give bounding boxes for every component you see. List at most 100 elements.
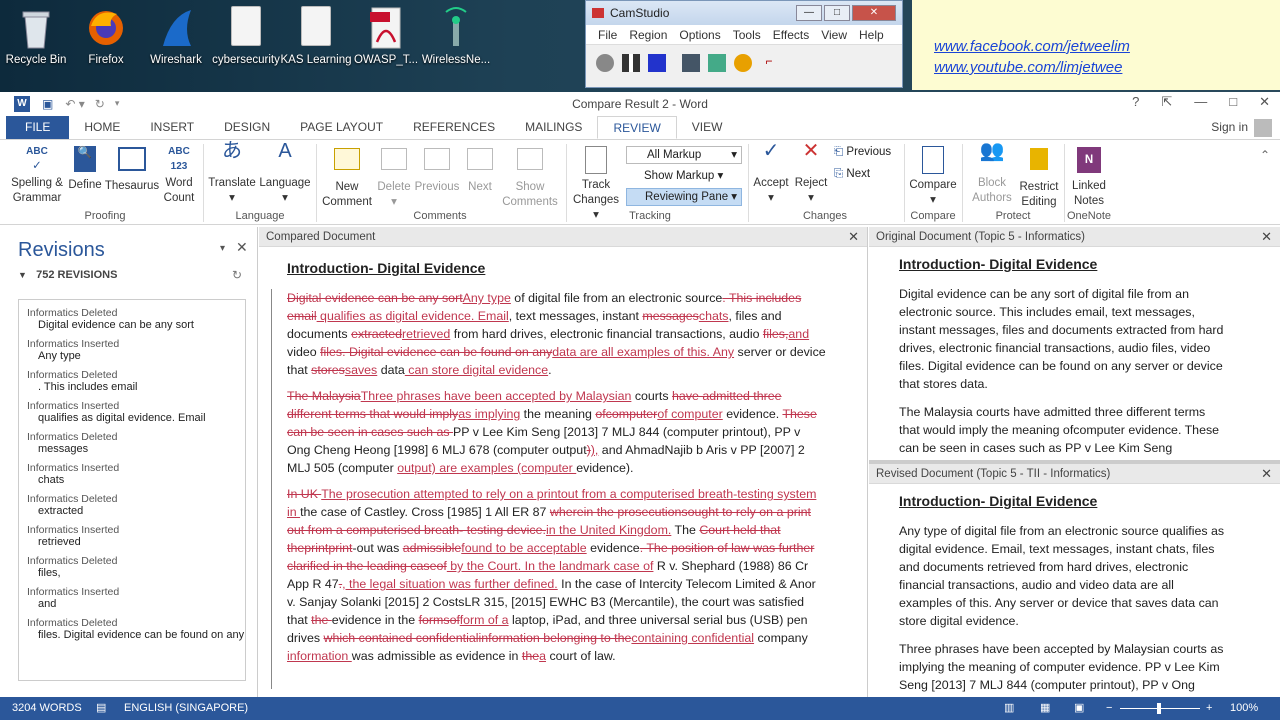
zoom-slider-thumb[interactable] — [1157, 703, 1161, 714]
restrict-editing-button[interactable]: Restrict Editing — [1016, 144, 1062, 210]
desktop-icon-recycle-bin[interactable]: Recycle Bin — [0, 6, 72, 66]
list-item[interactable]: Informatics Inserted retrieved — [19, 524, 245, 548]
tab-references[interactable]: REFERENCES — [398, 116, 510, 139]
tab-home[interactable]: HOME — [69, 116, 135, 139]
close-icon[interactable]: ✕ — [1261, 464, 1272, 484]
next-comment-button[interactable]: Next — [462, 144, 498, 195]
tab-mailings[interactable]: MAILINGS — [510, 116, 597, 139]
minimize-button[interactable]: — — [1194, 94, 1207, 110]
revisions-summary[interactable]: ▼ 752 REVISIONS — [18, 269, 117, 281]
reject-button[interactable]: ✕ Reject ▾ — [792, 141, 830, 206]
desktop-icon-cybersecurity[interactable]: cybersecurity — [210, 6, 282, 66]
list-item[interactable]: Informatics Deleted Digital evidence can … — [19, 307, 245, 331]
maximize-button[interactable]: □ — [824, 5, 850, 21]
previous-comment-button[interactable]: Previous — [414, 144, 460, 195]
previous-change-button[interactable]: ⎗ Previous — [834, 146, 891, 159]
avatar[interactable] — [1254, 118, 1272, 137]
revisions-list[interactable]: Informatics Deleted Digital evidence can … — [18, 299, 246, 681]
screen-icon[interactable] — [682, 54, 700, 72]
tab-insert[interactable]: INSERT — [135, 116, 209, 139]
tab-design[interactable]: DESIGN — [209, 116, 285, 139]
sign-in-link[interactable]: Sign in — [1211, 116, 1248, 139]
define-button[interactable]: 🔍 Define — [66, 144, 104, 193]
tab-review[interactable]: REVIEW — [597, 116, 677, 139]
zoom-out-icon[interactable]: − — [1106, 697, 1112, 720]
button-label: Define — [68, 179, 102, 191]
word-count-status[interactable]: 3204 WORDS — [12, 697, 82, 720]
spelling-grammar-button[interactable]: ABC ✓ Spelling & Grammar — [8, 144, 66, 206]
language-status[interactable]: ENGLISH (SINGAPORE) — [124, 697, 248, 720]
pause-icon[interactable] — [622, 54, 640, 72]
help-icon[interactable]: ? — [1132, 94, 1139, 110]
zoom-in-icon[interactable]: + — [1206, 697, 1212, 720]
desktop-icon-firefox[interactable]: Firefox — [70, 6, 142, 66]
maximize-button[interactable]: □ — [1229, 94, 1237, 110]
compare-button[interactable]: Compare ▾ — [906, 144, 960, 208]
desktop-icon-kas-learning[interactable]: KAS Learning — [280, 6, 352, 66]
delete-comment-button[interactable]: Delete ▾ — [376, 144, 412, 210]
reviewing-pane-button[interactable]: Reviewing Pane ▾ — [626, 188, 742, 206]
list-item[interactable]: Informatics Deleted extracted — [19, 493, 245, 517]
word-count-button[interactable]: ABC 123 Word Count — [160, 144, 198, 206]
tab-page-layout[interactable]: PAGE LAYOUT — [285, 116, 398, 139]
close-icon[interactable]: ✕ — [1261, 227, 1272, 247]
menu-help[interactable]: Help — [853, 25, 890, 44]
show-comments-button[interactable]: Show Comments — [500, 144, 560, 210]
accept-button[interactable]: ✓ Accept ▾ — [752, 141, 790, 206]
web-layout-icon[interactable]: ▣ — [1074, 697, 1084, 720]
close-icon[interactable]: ✕ — [848, 227, 859, 247]
menu-region[interactable]: Region — [623, 25, 673, 44]
settings-icon[interactable] — [734, 54, 752, 72]
list-item[interactable]: Informatics Inserted qualifies as digita… — [19, 400, 245, 424]
list-item[interactable]: Informatics Inserted chats — [19, 462, 245, 486]
menu-view[interactable]: View — [815, 25, 853, 44]
block-authors-button[interactable]: 👥 Block Authors — [964, 141, 1020, 206]
menu-tools[interactable]: Tools — [727, 25, 767, 44]
minimize-button[interactable]: — — [796, 5, 822, 21]
record-icon[interactable] — [596, 54, 614, 72]
original-document-pane[interactable]: Original Document (Topic 5 - Informatics… — [869, 227, 1280, 460]
list-item[interactable]: Informatics Inserted and — [19, 586, 245, 610]
list-item[interactable]: Informatics Deleted files, — [19, 555, 245, 579]
ribbon-options-icon[interactable]: ⇱ — [1161, 94, 1172, 110]
list-item[interactable]: Informatics Deleted messages — [19, 431, 245, 455]
tab-file[interactable]: FILE — [6, 116, 70, 139]
zoom-level[interactable]: 100% — [1230, 697, 1258, 720]
close-button[interactable]: ✕ — [1259, 94, 1270, 110]
close-icon[interactable]: ✕ — [236, 239, 248, 256]
close-button[interactable]: ✕ — [852, 5, 896, 21]
refresh-icon[interactable]: ↻ — [232, 268, 242, 282]
compared-document-pane[interactable]: Compared Document ✕ Introduction- Digital… — [259, 227, 868, 697]
annotation-icon[interactable]: ⌐ — [760, 54, 778, 72]
display-for-review-select[interactable]: All Markup ▾ — [626, 146, 742, 164]
stop-icon[interactable] — [648, 54, 666, 72]
print-layout-icon[interactable]: ▦ — [1040, 697, 1050, 720]
linked-notes-button[interactable]: N Linked Notes — [1066, 144, 1112, 209]
desktop-icon-owasp[interactable]: OWASP_T... — [350, 6, 422, 66]
new-comment-button[interactable]: New Comment — [320, 144, 374, 210]
proofing-icon[interactable]: ▤ — [96, 697, 106, 720]
revised-document-pane[interactable]: Revised Document (Topic 5 - TII - Inform… — [869, 464, 1280, 697]
show-markup-button[interactable]: Show Markup ▾ — [628, 168, 723, 182]
read-mode-icon[interactable]: ▥ — [1004, 697, 1014, 720]
desktop-icon-wireshark[interactable]: Wireshark — [140, 6, 212, 66]
menu-effects[interactable]: Effects — [767, 25, 815, 44]
next-change-button[interactable]: ⎘ Next — [834, 168, 870, 181]
translate-button[interactable]: あ Translate ▾ — [208, 141, 256, 206]
menu-file[interactable]: File — [592, 25, 623, 44]
list-item[interactable]: Informatics Inserted Any type — [19, 338, 245, 362]
tab-view[interactable]: VIEW — [677, 116, 738, 139]
revision-header: Informatics Inserted — [27, 400, 120, 412]
list-item[interactable]: Informatics Deleted files. Digital eviden… — [19, 617, 245, 641]
button-label: Block — [977, 177, 1007, 189]
menu-options[interactable]: Options — [673, 25, 726, 44]
autopan-icon[interactable] — [708, 54, 726, 72]
list-item[interactable]: Informatics Deleted. This includes email — [19, 369, 245, 393]
youtube-link[interactable]: www.youtube.com/limjetwee — [934, 59, 1280, 76]
language-button[interactable]: A Language ▾ — [258, 141, 312, 206]
thesaurus-button[interactable]: Thesaurus — [104, 144, 160, 194]
pane-options-icon[interactable]: ▾ — [220, 243, 225, 254]
desktop-icon-wireless[interactable]: WirelessNe... — [420, 6, 492, 66]
collapse-ribbon-icon[interactable]: ⌃ — [1260, 148, 1270, 162]
facebook-link[interactable]: www.facebook.com/jetweelim — [934, 38, 1280, 55]
